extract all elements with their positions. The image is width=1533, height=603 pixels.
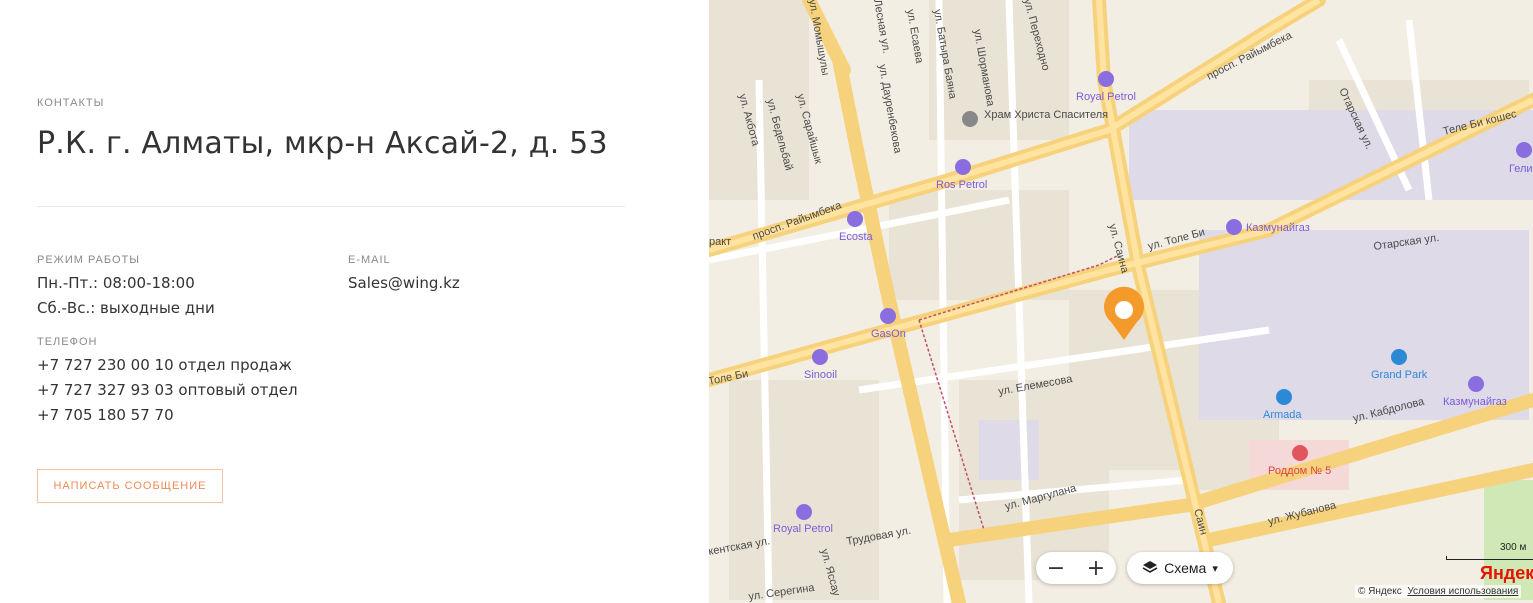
hours-label: РЕЖИМ РАБОТЫ: [37, 254, 141, 266]
phone-sales[interactable]: +7 727 230 00 10 отдел продаж: [37, 356, 292, 374]
church-icon[interactable]: [962, 111, 978, 127]
map-type-label: Схема: [1164, 560, 1207, 576]
poi-label[interactable]: Ecosta: [839, 231, 874, 243]
email-label: E-MAIL: [348, 254, 391, 266]
terms-link[interactable]: Условия использования: [1407, 586, 1518, 597]
hospital-icon[interactable]: [1292, 445, 1308, 461]
poi-label[interactable]: Роддом № 5: [1268, 465, 1331, 477]
layers-icon: [1142, 559, 1158, 578]
contacts-section-label: КОНТАКТЫ: [37, 97, 105, 109]
fuel-icon[interactable]: [847, 211, 863, 227]
map-type-button[interactable]: Схема ▾: [1127, 552, 1233, 584]
scale-bar: [1446, 556, 1533, 560]
hours-weekdays: Пн.-Пт.: 08:00-18:00: [37, 274, 195, 292]
street-label: ул. Дауренбекова: [876, 63, 904, 155]
zoom-in-button[interactable]: +: [1076, 552, 1116, 584]
poi-label[interactable]: Royal Petrol: [1076, 91, 1136, 103]
zoom-control[interactable]: − +: [1036, 552, 1116, 584]
map[interactable]: просп. Райымбека просп. Райымбека ракт у…: [709, 0, 1533, 603]
poi-label[interactable]: Храм Христа Спасителя: [984, 109, 1108, 121]
fuel-icon[interactable]: [955, 159, 971, 175]
poi-label[interactable]: Казмунайгаз: [1443, 396, 1507, 408]
phone-wholesale[interactable]: +7 727 327 93 03 оптовый отдел: [37, 381, 298, 399]
address-heading: Р.К. г. Алматы, мкр-н Аксай-2, д. 53: [37, 126, 608, 161]
fuel-icon[interactable]: [1516, 142, 1532, 158]
poi-label[interactable]: GasOn: [871, 328, 906, 340]
yandex-logo[interactable]: Яндекс: [1480, 563, 1533, 584]
poi-label[interactable]: Grand Park: [1371, 369, 1428, 381]
fuel-icon[interactable]: [1226, 219, 1242, 235]
hours-weekend: Сб.-Вс.: выходные дни: [37, 299, 215, 317]
phone-label: ТЕЛЕФОН: [37, 336, 98, 348]
contacts-panel: КОНТАКТЫ Р.К. г. Алматы, мкр-н Аксай-2, …: [0, 0, 709, 603]
divider: [37, 206, 625, 207]
scale-label: 300 м: [1500, 542, 1527, 553]
poi-label[interactable]: Ros Petrol: [936, 179, 987, 191]
fuel-icon[interactable]: [880, 308, 896, 324]
map-canvas[interactable]: просп. Райымбека просп. Райымбека ракт у…: [709, 0, 1533, 603]
copyright-text: © Яндекс: [1358, 586, 1402, 597]
fuel-icon[interactable]: [1468, 376, 1484, 392]
poi-label[interactable]: Казмунайгаз: [1246, 222, 1310, 234]
poi-label[interactable]: Royal Petrol: [773, 523, 833, 535]
map-attribution: © Яндекс Условия использования: [1355, 585, 1522, 598]
chevron-down-icon: ▾: [1212, 562, 1218, 575]
phone-mobile[interactable]: +7 705 180 57 70: [37, 406, 174, 424]
shopping-bag-icon[interactable]: [1276, 389, 1292, 405]
poi-label[interactable]: Гелио: [1509, 163, 1533, 175]
email-link[interactable]: Sales@wing.kz: [348, 274, 460, 292]
zoom-out-button[interactable]: −: [1036, 552, 1076, 584]
street-label: ул. Есаева: [904, 8, 925, 65]
fuel-icon[interactable]: [796, 504, 812, 520]
fuel-icon[interactable]: [1098, 71, 1114, 87]
street-label: ракт: [709, 236, 731, 248]
shopping-bag-icon[interactable]: [1391, 349, 1407, 365]
poi-label[interactable]: Sinooil: [804, 369, 837, 381]
write-message-button[interactable]: НАПИСАТЬ СООБЩЕНИЕ: [37, 469, 223, 503]
poi-label[interactable]: Armada: [1263, 409, 1302, 421]
fuel-icon[interactable]: [812, 349, 828, 365]
street-label: Лесная ул.: [871, 0, 892, 54]
